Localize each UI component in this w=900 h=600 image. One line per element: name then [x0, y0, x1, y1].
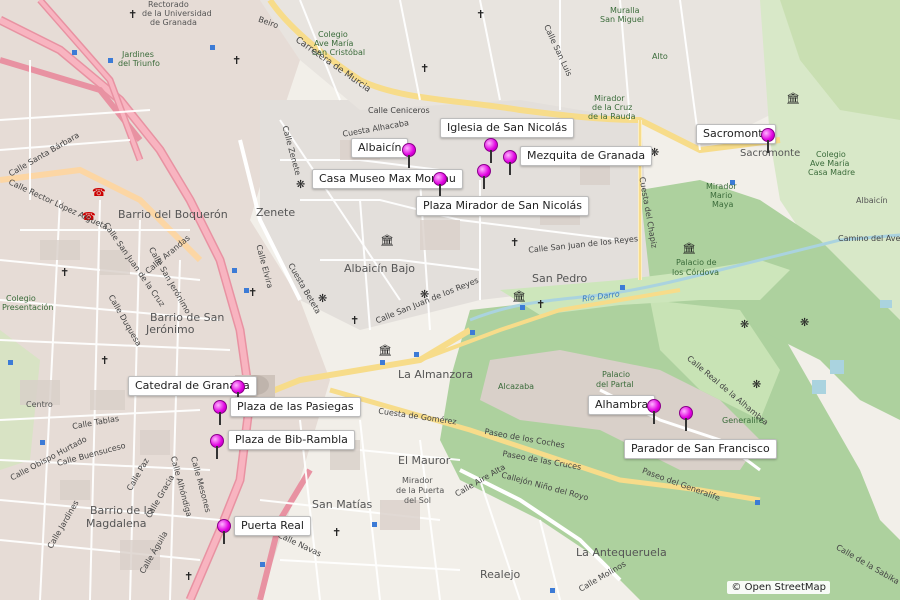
poi-label[interactable]: Plaza de las Pasiegas — [230, 397, 361, 417]
map-pin-icon[interactable] — [402, 143, 416, 169]
map-pin-icon[interactable] — [210, 434, 224, 460]
poi-label[interactable]: Albaicín — [351, 138, 409, 158]
poi-label[interactable]: Plaza Mirador de San Nicolás — [416, 196, 590, 216]
map-pin-icon[interactable] — [433, 172, 447, 198]
map-attribution[interactable]: © Open StreetMap — [727, 581, 830, 594]
poi-label[interactable]: Parador de San Francisco — [624, 439, 777, 459]
map-pin-icon[interactable] — [484, 138, 498, 164]
poi-label[interactable]: Iglesia de San Nicolás — [440, 118, 575, 138]
map-pin-icon[interactable] — [761, 128, 775, 154]
map-pin-icon[interactable] — [477, 164, 491, 190]
attribution-text: Open StreetMap — [744, 582, 826, 593]
map-pin-icon[interactable] — [679, 406, 693, 432]
map-view[interactable]: ✝ ✝ ✝ ✝ ✝ ✝ ✝ ✝ ✝ ✝ ✝ ✝ 🏛 🏛 🏛 🏛 🏛 ❋ ❋ ❋ … — [0, 0, 900, 600]
map-base-layer — [0, 0, 900, 600]
map-pin-icon[interactable] — [503, 150, 517, 176]
poi-label[interactable]: Alhambra — [588, 395, 656, 415]
map-pin-icon[interactable] — [647, 399, 661, 425]
map-pin-icon[interactable] — [213, 400, 227, 426]
poi-label[interactable]: Mezquita de Granada — [520, 146, 653, 166]
poi-label[interactable]: Plaza de Bib-Rambla — [228, 430, 355, 450]
copyright-icon: © — [731, 582, 742, 593]
map-pin-icon[interactable] — [217, 519, 231, 545]
poi-label[interactable]: Puerta Real — [234, 516, 311, 536]
